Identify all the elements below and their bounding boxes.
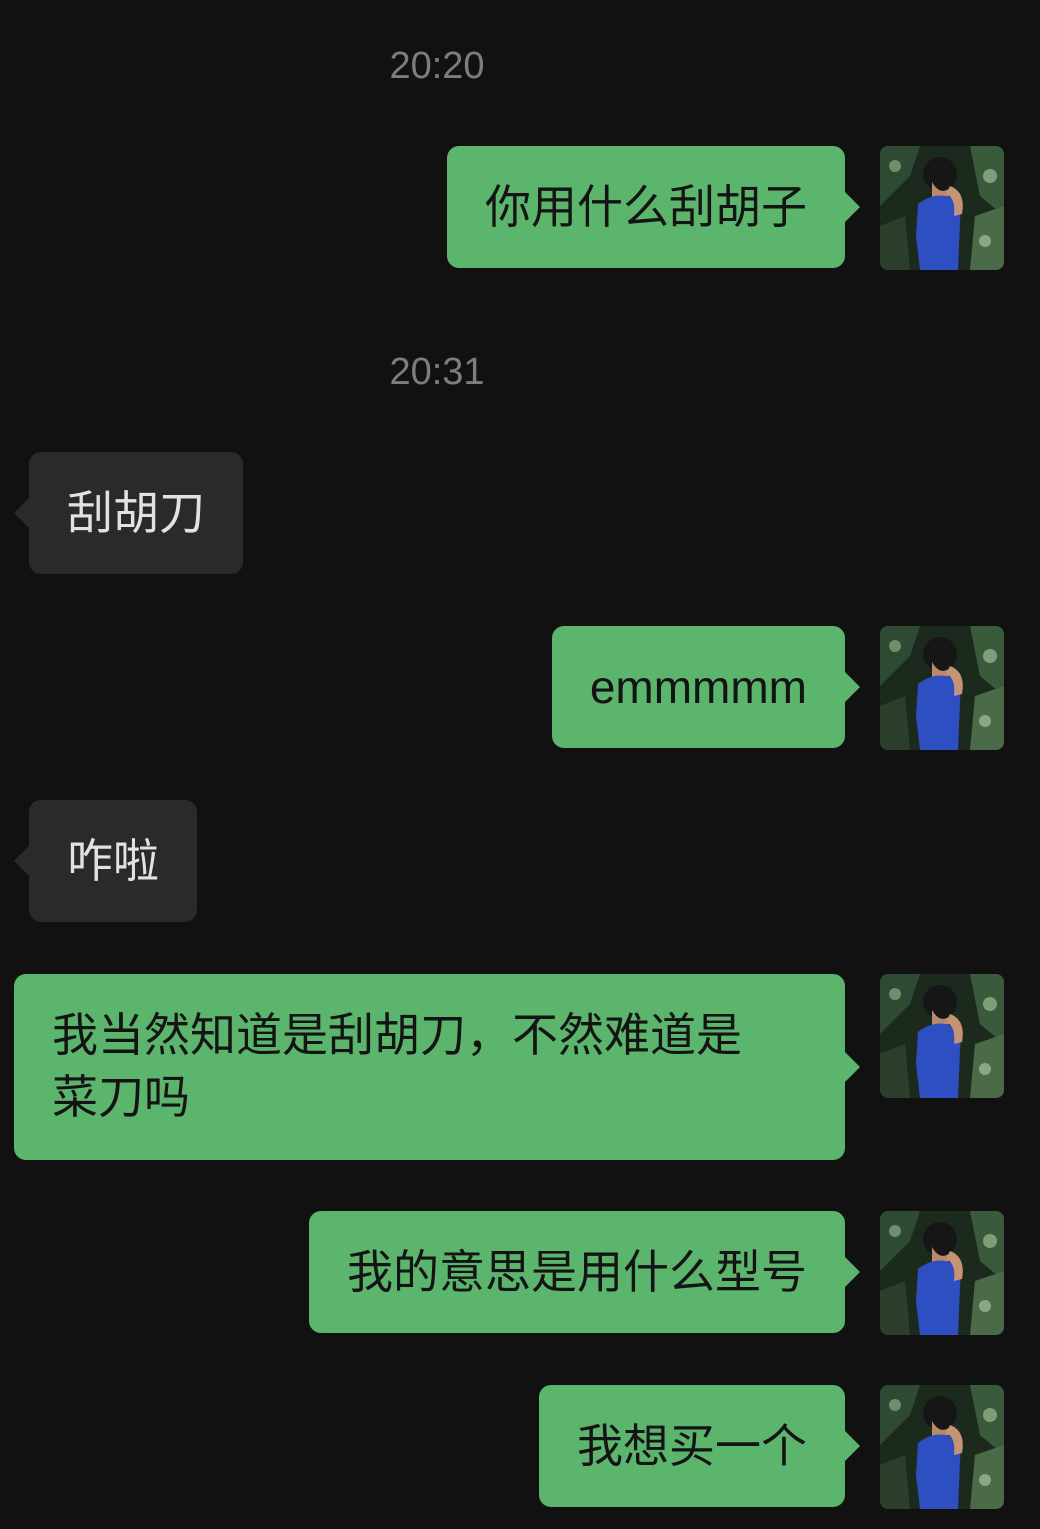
avatar[interactable] [880, 146, 1004, 270]
person-in-blue-shirt-avatar-icon [880, 626, 1004, 750]
person-in-blue-shirt-avatar-icon [880, 146, 1004, 270]
timestamp: 20:31 [389, 351, 485, 393]
avatar[interactable] [880, 1385, 1004, 1509]
person-in-blue-shirt-avatar-icon [880, 974, 1004, 1098]
message-bubble-sent[interactable]: emmmmm [551, 626, 861, 748]
message-bubble-received[interactable]: 刮胡刀 [14, 452, 243, 574]
person-in-blue-shirt-avatar-icon [880, 1385, 1004, 1509]
message-text: 刮胡刀 [67, 486, 205, 540]
message-bubble-sent[interactable]: 我想买一个 [539, 1385, 860, 1507]
message-text: 我当然知道是刮胡刀，不然难道是 菜刀吗 [52, 1008, 742, 1124]
message-text: emmmmm [589, 661, 807, 713]
message-bubble-sent[interactable]: 你用什么刮胡子 [447, 146, 860, 268]
timestamp: 20:20 [389, 45, 485, 87]
avatar[interactable] [880, 974, 1004, 1098]
avatar[interactable] [880, 1211, 1004, 1335]
message-text: 我想买一个 [577, 1419, 807, 1473]
message-text: 我的意思是用什么型号 [347, 1245, 807, 1299]
message-bubble-sent[interactable]: 我的意思是用什么型号 [309, 1211, 860, 1333]
message-bubble-sent[interactable]: 我当然知道是刮胡刀，不然难道是 菜刀吗 [14, 974, 860, 1160]
message-bubble-received[interactable]: 咋啦 [14, 800, 197, 922]
message-text: 咋啦 [67, 834, 159, 888]
avatar[interactable] [880, 626, 1004, 750]
person-in-blue-shirt-avatar-icon [880, 1211, 1004, 1335]
message-text: 你用什么刮胡子 [485, 180, 807, 234]
